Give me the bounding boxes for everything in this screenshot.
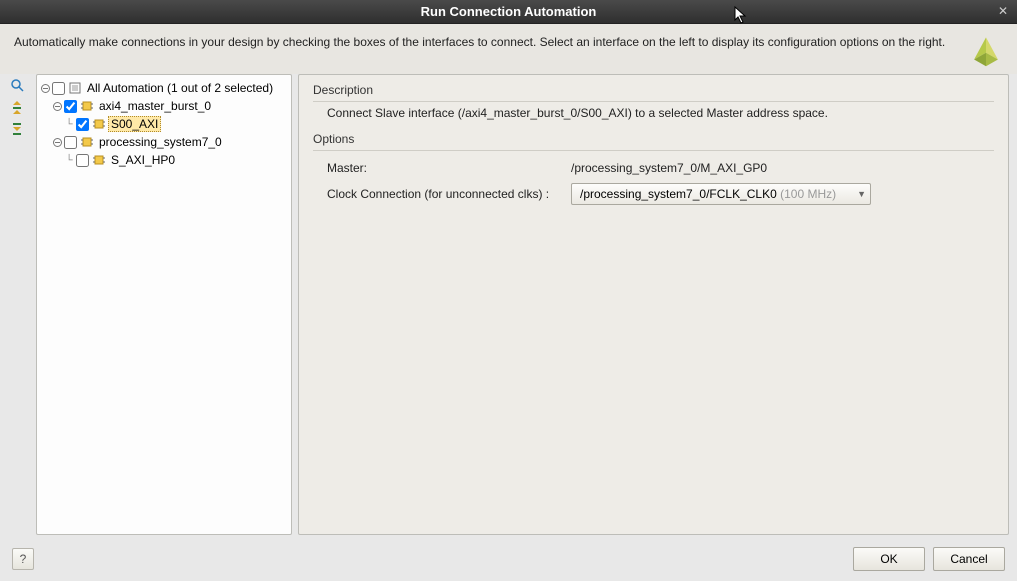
dialog-header: Automatically make connections in your d… [0,24,1017,74]
root-checkbox[interactable] [52,82,65,95]
details-panel: Description Connect Slave interface (/ax… [298,74,1009,535]
tree-item-label: axi4_master_burst_0 [96,98,214,114]
expand-toggle-icon[interactable] [51,136,63,148]
tree-item-label: S00_AXI [108,116,161,132]
vivado-logo-icon [969,34,1003,68]
ip-icon [93,154,105,166]
titlebar[interactable]: Run Connection Automation ✕ [0,0,1017,24]
tree-item[interactable]: axi4_master_burst_0 [39,97,289,115]
options-heading: Options [313,132,994,151]
close-icon[interactable]: ✕ [995,4,1011,20]
master-value: /processing_system7_0/M_AXI_GP0 [571,161,994,175]
expand-toggle-icon[interactable] [51,100,63,112]
item-checkbox[interactable] [64,136,77,149]
tree-item-label: processing_system7_0 [96,134,225,150]
ip-icon [81,136,93,148]
clock-value: /processing_system7_0/FCLK_CLK0 [580,187,777,201]
collapse-all-icon[interactable] [8,98,26,116]
clock-hint: (100 MHz) [780,187,836,201]
cancel-button[interactable]: Cancel [933,547,1005,571]
automation-tree[interactable]: All Automation (1 out of 2 selected) axi… [36,74,292,535]
tree-toolbar [8,74,30,535]
expand-toggle-icon[interactable] [39,82,51,94]
help-icon: ? [20,552,27,566]
search-icon[interactable] [8,76,26,94]
ip-icon [81,100,93,112]
help-button[interactable]: ? [12,548,34,570]
item-checkbox[interactable] [76,154,89,167]
master-label: Master: [327,161,571,175]
window-title: Run Connection Automation [421,4,597,19]
clock-connection-dropdown[interactable]: /processing_system7_0/FCLK_CLK0 (100 MHz… [571,183,871,205]
clock-label: Clock Connection (for unconnected clks) … [327,187,571,201]
tree-item[interactable]: └ S00_AXI [39,115,289,133]
chevron-down-icon: ▼ [857,189,866,199]
description-text: Connect Slave interface (/axi4_master_bu… [313,102,994,122]
cursor-icon [734,6,748,24]
tree-item[interactable]: └ S_AXI_HP0 [39,151,289,169]
item-checkbox[interactable] [64,100,77,113]
item-checkbox[interactable] [76,118,89,131]
expand-all-icon[interactable] [8,120,26,138]
dialog-window: Run Connection Automation ✕ Automaticall… [0,0,1017,581]
tree-connector-icon: └ [63,115,75,133]
ok-button[interactable]: OK [853,547,925,571]
tree-item[interactable]: processing_system7_0 [39,133,289,151]
tree-root-label: All Automation (1 out of 2 selected) [84,80,276,96]
description-heading: Description [313,83,994,102]
tree-connector-icon: └ [63,151,75,169]
ip-icon [93,118,105,130]
tree-root[interactable]: All Automation (1 out of 2 selected) [39,79,289,97]
dialog-footer: ? OK Cancel [0,543,1017,581]
tree-item-label: S_AXI_HP0 [108,152,178,168]
content-area: All Automation (1 out of 2 selected) axi… [0,74,1017,543]
block-icon [69,82,81,94]
header-description: Automatically make connections in your d… [14,34,969,51]
